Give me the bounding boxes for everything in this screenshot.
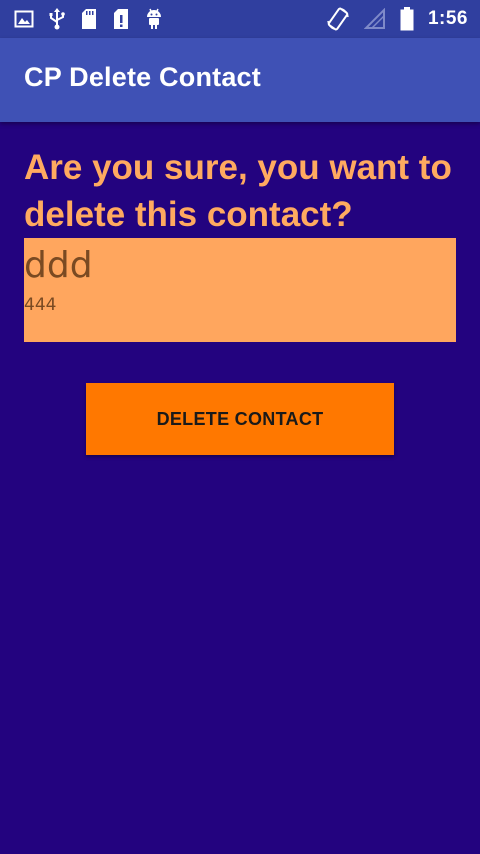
battery-icon (400, 7, 414, 31)
status-time: 1:56 (427, 8, 468, 29)
image-icon (14, 9, 34, 29)
confirmation-question: Are you sure, you want to delete this co… (24, 148, 452, 234)
android-icon (144, 8, 164, 30)
contact-name: ddd (24, 245, 93, 286)
usb-icon (48, 8, 66, 30)
delete-contact-button[interactable]: DELETE CONTACT (86, 383, 394, 455)
app-bar: CP Delete Contact (0, 38, 480, 122)
screen-rotation-icon (326, 7, 350, 31)
contact-card: ddd 444 (24, 238, 456, 342)
no-signal-icon (363, 8, 386, 30)
sd-card-alert-icon (112, 8, 130, 30)
sd-card-icon (80, 8, 98, 30)
status-bar-system: 1:56 (326, 0, 468, 38)
contact-phone: 444 (24, 295, 57, 315)
status-bar-notifications (14, 0, 164, 38)
app-title: CP Delete Contact (24, 62, 261, 92)
status-bar: 1:56 (0, 0, 480, 38)
